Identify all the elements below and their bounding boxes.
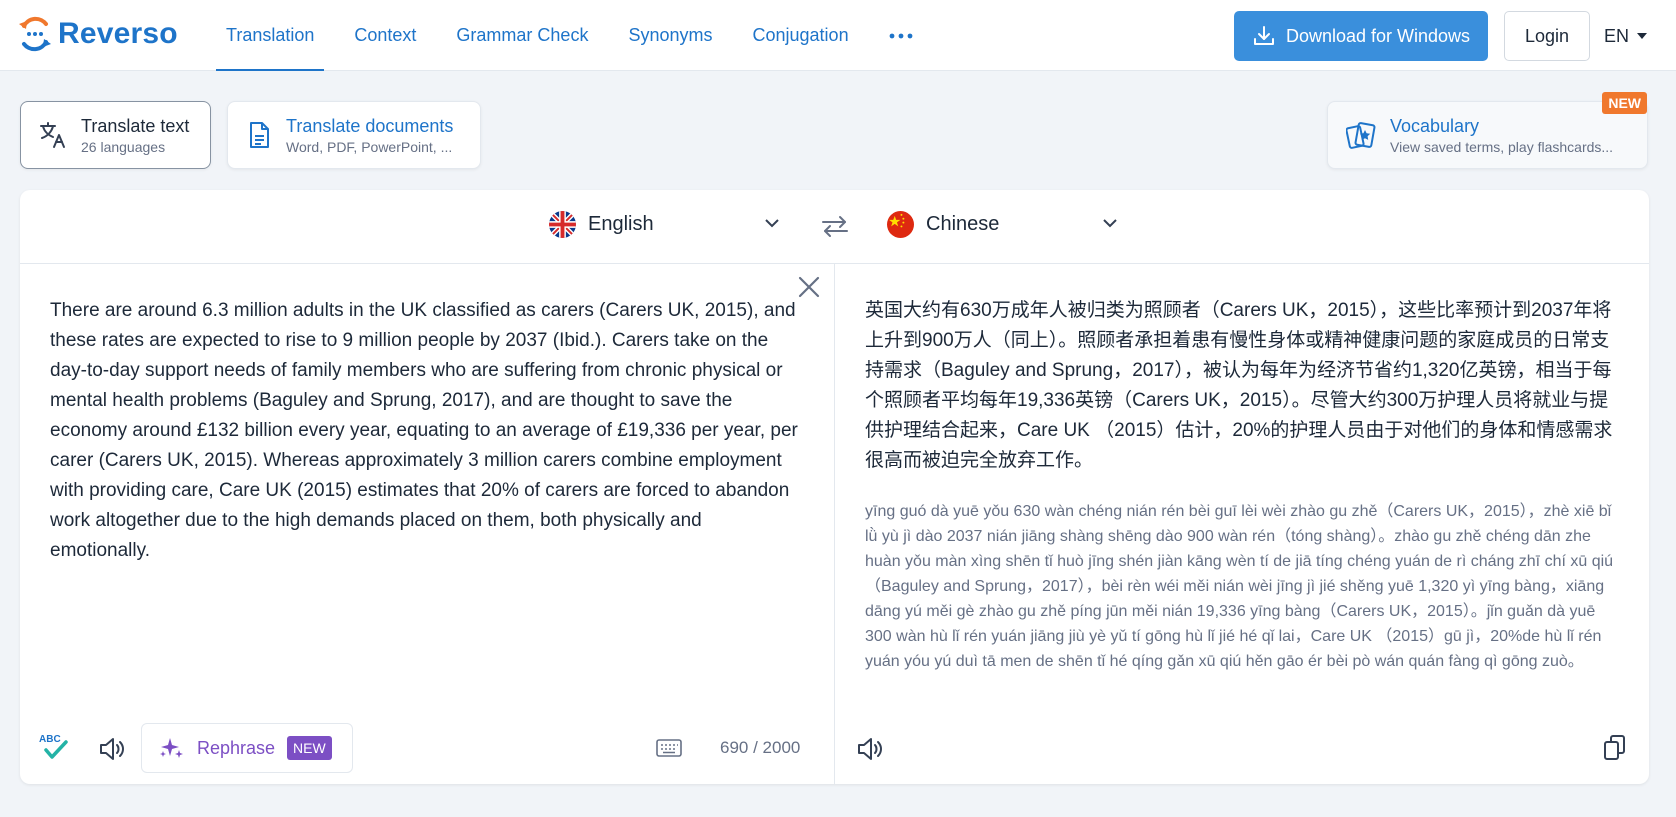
brand-name: Reverso xyxy=(58,17,178,50)
download-label: Download for Windows xyxy=(1285,25,1471,46)
china-flag-icon xyxy=(887,211,914,238)
flashcard-star-icon xyxy=(1346,122,1376,149)
close-icon[interactable] xyxy=(798,276,820,298)
chevron-down-icon xyxy=(765,219,779,228)
rephrase-button[interactable]: Rephrase NEW xyxy=(141,723,353,773)
nav-translation[interactable]: Translation xyxy=(216,0,325,71)
sparkle-icon xyxy=(160,738,183,758)
translate-text-title: Translate text xyxy=(81,115,190,136)
main-nav: Translation Context Grammar Check Synony… xyxy=(216,0,943,71)
translate-text-card[interactable]: Translate text 26 languages xyxy=(20,101,211,169)
rephrase-label: Rephrase xyxy=(197,737,276,758)
translate-documents-card[interactable]: Translate documents Word, PDF, PowerPoin… xyxy=(227,101,481,169)
source-text-input[interactable]: There are around 6.3 million adults in t… xyxy=(50,296,800,566)
target-language-select[interactable]: Chinese xyxy=(887,211,1117,238)
panel-divider xyxy=(834,264,835,784)
speaker-icon[interactable] xyxy=(98,736,126,762)
language-bar: English Chinese xyxy=(20,190,1649,264)
caret-down-icon xyxy=(1637,33,1648,39)
svg-text:ABC: ABC xyxy=(39,734,61,745)
vocabulary-subtitle: View saved terms, play flashcards... xyxy=(1390,138,1614,155)
ui-language-label: EN xyxy=(1604,25,1630,46)
translate-documents-subtitle: Word, PDF, PowerPoint, ... xyxy=(286,138,453,155)
login-button[interactable]: Login xyxy=(1504,11,1590,61)
nav-grammar-check[interactable]: Grammar Check xyxy=(446,0,598,71)
swap-languages-icon[interactable] xyxy=(820,214,850,238)
copy-icon[interactable] xyxy=(1603,734,1627,762)
document-icon xyxy=(250,122,269,148)
translation-output: 英国大约有630万成年人被归类为照顾者（Carers UK，2015），这些比率… xyxy=(865,300,1613,471)
keyboard-icon[interactable] xyxy=(656,739,682,757)
ui-language-select[interactable]: EN xyxy=(1604,11,1648,61)
uk-flag-icon xyxy=(549,211,576,238)
vocabulary-title: Vocabulary xyxy=(1390,115,1480,136)
nav-context[interactable]: Context xyxy=(344,0,426,71)
translator-panel: English Chinese There are around 6.3 mil… xyxy=(20,190,1649,784)
spellcheck-abc-icon[interactable]: ABC xyxy=(38,732,70,762)
chevron-down-icon xyxy=(1103,219,1117,228)
top-header: Reverso Translation Context Grammar Chec… xyxy=(0,0,1676,71)
reverso-logo[interactable]: Reverso xyxy=(18,16,178,52)
pinyin-transliteration: yīng guó dà yuē yǒu 630 wàn chéng nián r… xyxy=(865,503,1614,670)
translate-documents-title: Translate documents xyxy=(286,115,454,136)
nav-synonyms[interactable]: Synonyms xyxy=(618,0,722,71)
speaker-icon[interactable] xyxy=(856,736,884,762)
character-count: 690 / 2000 xyxy=(720,738,801,757)
vocabulary-new-badge: NEW xyxy=(1602,92,1647,114)
target-language-label: Chinese xyxy=(926,213,1000,235)
vocabulary-card[interactable]: Vocabulary View saved terms, play flashc… xyxy=(1327,92,1648,169)
translate-icon xyxy=(40,122,65,148)
source-language-select[interactable]: English xyxy=(549,211,779,238)
download-windows-button[interactable]: Download for Windows xyxy=(1234,11,1488,61)
download-icon xyxy=(1253,26,1274,45)
translate-text-subtitle: 26 languages xyxy=(81,138,166,155)
reverso-logo-icon xyxy=(19,16,51,52)
nav-conjugation[interactable]: Conjugation xyxy=(743,0,859,71)
rephrase-new-badge: NEW xyxy=(287,736,332,760)
source-language-label: English xyxy=(588,213,654,235)
more-dots-icon[interactable] xyxy=(879,0,923,71)
